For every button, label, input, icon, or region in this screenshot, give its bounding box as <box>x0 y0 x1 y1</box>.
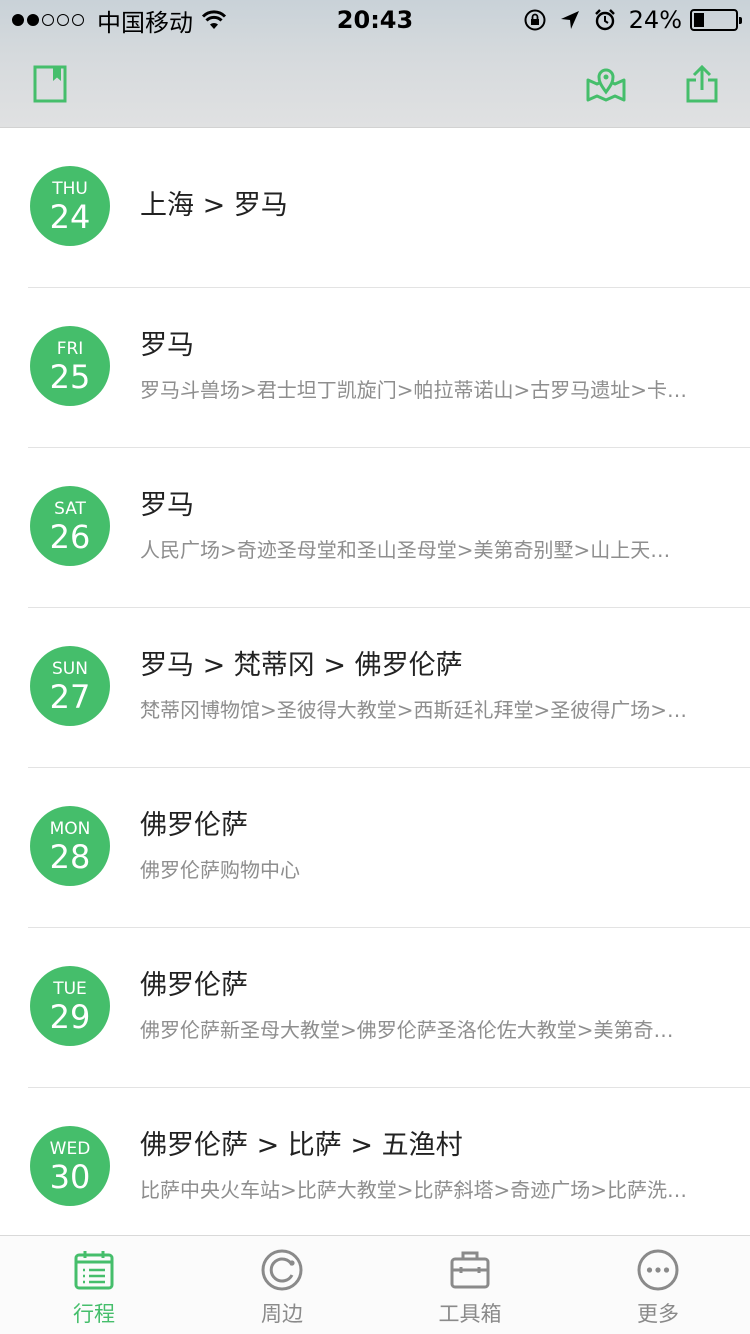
map-icon <box>586 68 626 102</box>
tab-nearby[interactable]: 周边 <box>188 1236 376 1334</box>
itinerary-day-row[interactable]: THU 24 上海 > 罗马 <box>0 128 750 288</box>
weekday-label: TUE <box>53 979 87 999</box>
date-badge: SUN 27 <box>30 646 110 726</box>
tab-more[interactable]: 更多 <box>564 1236 750 1334</box>
weekday-label: MON <box>49 819 91 839</box>
route-title: 上海 > 罗马 <box>140 190 288 221</box>
itinerary-day-row[interactable]: SUN 27 罗马 > 梵蒂冈 > 佛罗伦萨梵蒂冈博物馆>圣彼得大教堂>西斯廷礼拜堂… <box>0 608 750 768</box>
itinerary-day-row[interactable]: WED 30 佛罗伦萨 > 比萨 > 五渔村比萨中央火车站>比萨大教堂>比萨斜塔>奇… <box>0 1088 750 1235</box>
date-badge: MON 28 <box>30 806 110 886</box>
route-title: 罗马 <box>140 330 194 361</box>
itinerary-icon <box>74 1251 114 1290</box>
weekday-label: THU <box>52 179 88 199</box>
stops-summary: 佛罗伦萨新圣母大教堂>佛罗伦萨圣洛伦佐大教堂>美第奇… <box>140 1018 674 1042</box>
day-number: 25 <box>49 358 91 396</box>
tab-itinerary[interactable]: 行程 <box>0 1236 188 1334</box>
day-number: 29 <box>49 998 91 1036</box>
stops-summary: 人民广场>奇迹圣母堂和圣山圣母堂>美第奇别墅>山上天… <box>140 538 671 562</box>
tab-bar: 行程 周边 工具箱 更多 <box>0 1235 750 1334</box>
itinerary-list: THU 24 上海 > 罗马 FRI 25 罗马 罗马斗兽场>君士坦丁凯旋门>帕拉蒂诺山>古… <box>0 128 750 1235</box>
weekday-label: WED <box>49 1139 91 1159</box>
tab-label: 行程 <box>73 1302 115 1326</box>
stops-summary: 佛罗伦萨购物中心 <box>140 858 300 882</box>
status-bar: 中国移动 20:43 24% <box>0 0 750 40</box>
stops-summary: 梵蒂冈博物馆>圣彼得大教堂>西斯廷礼拜堂>圣彼得广场>… <box>140 698 688 722</box>
itinerary-day-row[interactable]: SAT 26 罗马人民广场>奇迹圣母堂和圣山圣母堂>美第奇别墅>山上天… <box>0 448 750 608</box>
share-icon <box>686 64 718 103</box>
itinerary-day-row[interactable]: TUE 29 佛罗伦萨佛罗伦萨新圣母大教堂>佛罗伦萨圣洛伦佐大教堂>美第奇… <box>0 928 750 1088</box>
stops-summary: 比萨中央火车站>比萨大教堂>比萨斜塔>奇迹广场>比萨洗… <box>140 1178 688 1202</box>
tab-toolbox[interactable]: 工具箱 <box>376 1236 564 1334</box>
map-button[interactable] <box>584 62 628 106</box>
day-number: 24 <box>49 198 91 236</box>
date-badge: WED 30 <box>30 1126 110 1206</box>
share-button[interactable] <box>680 62 724 106</box>
date-badge: SAT 26 <box>30 486 110 566</box>
route-title: 佛罗伦萨 > 比萨 > 五渔村 <box>140 1130 463 1161</box>
day-number: 27 <box>49 678 91 716</box>
tab-label: 周边 <box>261 1302 303 1326</box>
battery-percent: 24% <box>628 6 682 34</box>
weekday-label: FRI <box>56 339 84 359</box>
bookmark-button[interactable] <box>28 62 72 106</box>
top-bar: 中国移动 20:43 24% <box>0 0 750 128</box>
status-right: 24% <box>511 4 742 36</box>
battery-fill <box>694 13 704 27</box>
itinerary-day-row[interactable]: FRI 25 罗马罗马斗兽场>君士坦丁凯旋门>帕拉蒂诺山>古罗马遗址>卡… <box>0 288 750 448</box>
route-title: 罗马 <box>140 490 194 521</box>
date-badge: FRI 25 <box>30 326 110 406</box>
date-badge: TUE 29 <box>30 966 110 1046</box>
day-number: 28 <box>49 838 91 876</box>
itinerary-day-row[interactable]: MON 28 佛罗伦萨佛罗伦萨购物中心 <box>0 768 750 928</box>
bookmark-icon <box>33 65 67 103</box>
day-number: 30 <box>49 1158 91 1196</box>
tab-label: 工具箱 <box>438 1302 502 1326</box>
more-icon <box>637 1249 679 1291</box>
route-title: 罗马 > 梵蒂冈 > 佛罗伦萨 <box>140 650 463 681</box>
stops-summary: 罗马斗兽场>君士坦丁凯旋门>帕拉蒂诺山>古罗马遗址>卡… <box>140 378 688 402</box>
route-title: 佛罗伦萨 <box>140 970 248 1001</box>
weekday-label: SAT <box>54 499 86 519</box>
alarm-icon <box>593 8 617 32</box>
tab-label: 更多 <box>637 1302 679 1326</box>
weekday-label: SUN <box>52 659 88 679</box>
toolbox-icon <box>450 1251 490 1289</box>
date-badge: THU 24 <box>30 166 110 246</box>
battery-icon <box>690 9 742 31</box>
nearby-icon <box>261 1249 303 1291</box>
location-arrow-icon <box>559 9 581 31</box>
rotation-lock-icon <box>523 8 547 32</box>
route-title: 佛罗伦萨 <box>140 810 248 841</box>
day-number: 26 <box>49 518 91 556</box>
